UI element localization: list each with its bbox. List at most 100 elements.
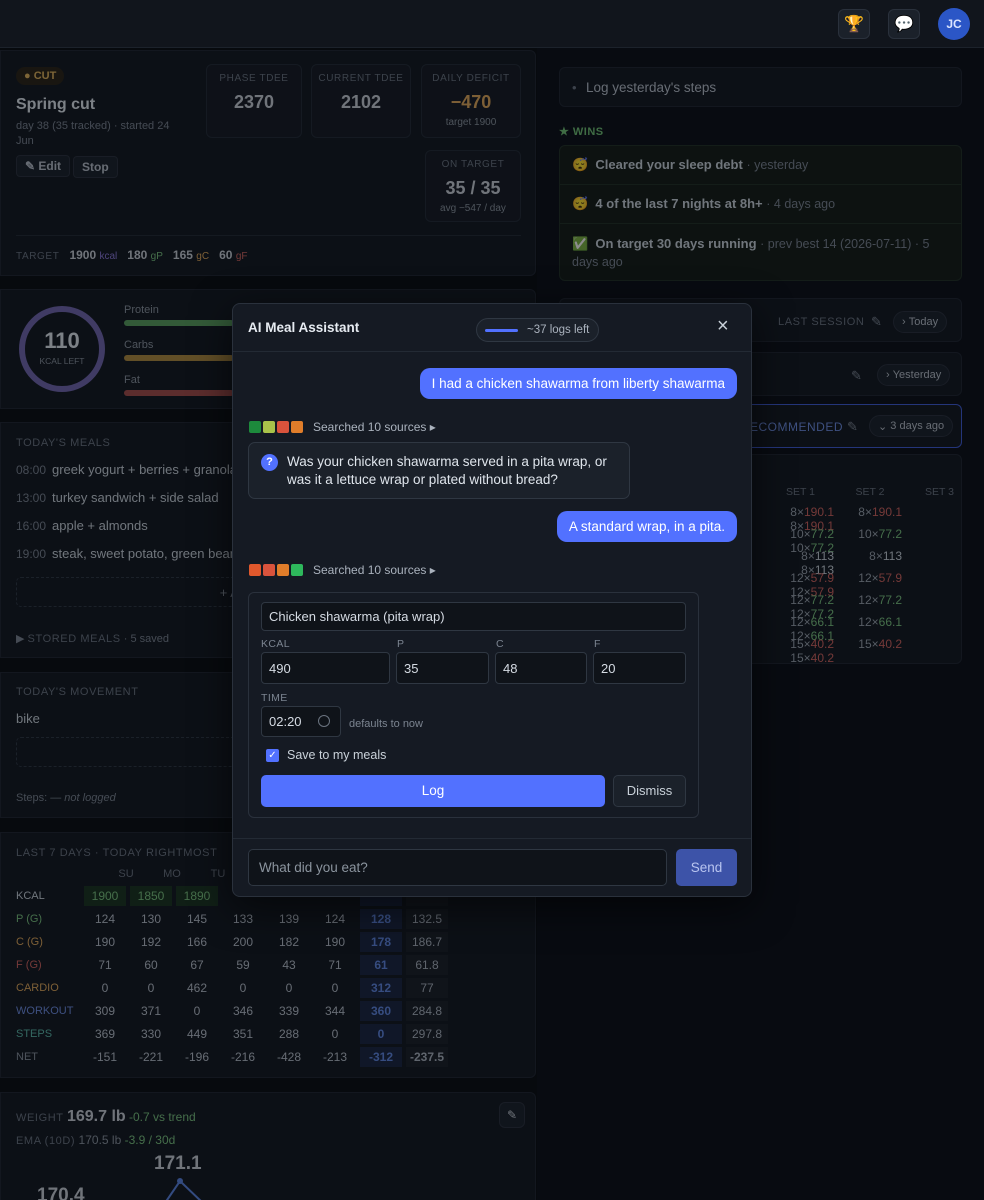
week-cell: 77 [406, 978, 448, 998]
quota-badge: ~37 logs left [476, 318, 599, 342]
set-cell: 12×77.2 [790, 593, 834, 607]
source-favicons [249, 564, 303, 576]
weight-peak-label: 171.1 [154, 1153, 202, 1174]
save-to-meals-checkbox[interactable]: ✓ [266, 749, 279, 762]
week-cell: 186.7 [406, 932, 448, 952]
date-chip[interactable]: › Today [893, 311, 948, 333]
trophy-icon[interactable]: 🏆 [838, 9, 870, 39]
fat-label: F [594, 638, 601, 650]
macro-protein-label: Protein [124, 304, 159, 316]
week-cell: 132.5 [406, 909, 448, 929]
weight-card: WEIGHT 169.7 lb -0.7 vs trend EMA (10D) … [0, 1092, 536, 1200]
week-row: STEPS 369 330 449 351 288 0 0 297.8 [16, 1024, 448, 1044]
week-cell: 288 [278, 1027, 300, 1041]
week-cell: 145 [186, 912, 208, 926]
macro-carbs-bar [124, 355, 234, 361]
stat-current-tdee: CURRENT TDEE 2102 [311, 64, 411, 138]
edit-phase-button[interactable]: ✎ Edit [16, 155, 71, 177]
week-cell: 166 [186, 935, 208, 949]
close-icon[interactable]: × [717, 315, 729, 338]
edit-weight-icon[interactable]: ✎ [499, 1102, 525, 1128]
edit-icon[interactable]: ✎ [871, 314, 882, 330]
week-cell: 190 [94, 935, 116, 949]
week-cell: 0 [101, 981, 109, 995]
week-cell: -237.5 [406, 1047, 448, 1067]
week-cell: 360 [360, 1001, 402, 1021]
stat-on-target: ON TARGET 35 / 35 avg −547 / day [425, 150, 521, 222]
set-cell: 12×57.9 [858, 571, 902, 585]
week-cell: 43 [282, 958, 296, 972]
week-cell: 351 [232, 1027, 254, 1041]
set-cell: 12×66.1 [790, 615, 834, 629]
kcal-input[interactable]: 490 [261, 652, 390, 684]
send-button[interactable]: Send [676, 849, 737, 886]
set-cell: 8×190.1 [858, 505, 902, 519]
meal-name[interactable]: greek yogurt + berries + granola [52, 462, 237, 477]
week-cell: 190 [324, 935, 346, 949]
week-cell: 71 [328, 958, 342, 972]
week-cell: 346 [232, 1004, 254, 1018]
dismiss-button[interactable]: Dismiss [613, 775, 686, 807]
ai-meal-assistant-modal: AI Meal Assistant ~37 logs left × I had … [232, 303, 752, 897]
week-cell: 0 [147, 981, 155, 995]
meal-chat-input[interactable]: What did you eat? [248, 849, 667, 886]
week-cell: 0 [331, 981, 339, 995]
carbs-input[interactable]: 48 [495, 652, 587, 684]
question-icon: ? [261, 454, 278, 471]
date-chip[interactable]: ⌄ 3 days ago [869, 415, 954, 437]
week-cell: 61 [360, 955, 402, 975]
edit-icon[interactable]: ✎ [847, 419, 858, 435]
meal-name[interactable]: turkey sandwich + side salad [52, 490, 219, 505]
week-cell: 61.8 [406, 955, 448, 975]
week-cell: 1890 [176, 886, 218, 906]
week-cell: -221 [138, 1050, 164, 1064]
quota-bar [485, 328, 518, 332]
log-button[interactable]: Log [261, 775, 605, 807]
week-cell: 1900 [84, 886, 126, 906]
time-input[interactable]: 02:20 [261, 706, 341, 737]
edit-icon[interactable]: ✎ [851, 368, 862, 384]
weight-chart [165, 1178, 202, 1200]
save-to-meals-label: Save to my meals [287, 748, 387, 762]
week-row: P (G) 124 130 145 133 139 124 128 132.5 [16, 909, 448, 929]
week-row-label: WORKOUT [16, 1005, 74, 1017]
wins-title: ★ WINS [559, 126, 604, 138]
meal-name-input[interactable]: Chicken shawarma (pita wrap) [261, 602, 686, 631]
weight-left-label: 170.4 [37, 1185, 85, 1200]
meal-name[interactable]: steak, sweet potato, green bean [52, 546, 237, 561]
stop-phase-button[interactable]: Stop [73, 156, 118, 178]
week-cell: -151 [92, 1050, 118, 1064]
sources-toggle[interactable]: Searched 10 sources ▸ [249, 563, 436, 577]
week-cell: 312 [360, 978, 402, 998]
week-cell: 139 [278, 912, 300, 926]
week-row: CARDIO 0 0 462 0 0 0 312 77 [16, 978, 448, 998]
time-label: TIME [261, 692, 288, 704]
avatar[interactable]: JC [938, 8, 970, 40]
week-cell: 462 [186, 981, 208, 995]
todo-item[interactable]: • Log yesterday's steps [559, 67, 962, 107]
week-cell: 330 [140, 1027, 162, 1041]
phase-name: Spring cut [16, 96, 96, 113]
date-chip[interactable]: › Yesterday [877, 364, 951, 386]
protein-input[interactable]: 35 [396, 652, 489, 684]
week-row-label: C (G) [16, 936, 43, 948]
stored-meals-toggle[interactable]: ▶ STORED MEALS · 5 saved [16, 632, 169, 645]
kcal-left-value: 110 [44, 328, 80, 353]
week-title: LAST 7 DAYS · TODAY RIGHTMOST [16, 847, 218, 859]
week-cell: -312 [360, 1047, 402, 1067]
set-cell: 12×66.1 [858, 615, 902, 629]
week-cell: 124 [94, 912, 116, 926]
set-cell: 10×77.2 [790, 527, 834, 541]
week-row: C (G) 190 192 166 200 182 190 178 186.7 [16, 932, 448, 952]
movement-item: bike [16, 711, 40, 726]
meals-title: TODAY'S MEALS [16, 437, 111, 449]
target-row: TARGET 1900 kcal 180 gP 165 gC 60 gF [16, 248, 248, 262]
chat-icon[interactable]: 💬 [888, 9, 920, 39]
sources-toggle[interactable]: Searched 10 sources ▸ [249, 420, 436, 434]
set-cell: 12×57.9 [790, 571, 834, 585]
fat-input[interactable]: 20 [593, 652, 686, 684]
week-cell: -213 [322, 1050, 348, 1064]
modal-title: AI Meal Assistant [248, 320, 360, 335]
week-table: KCAL 1900 1850 1890 P (G) 124 130 145 133 139 124 1… [12, 883, 452, 1070]
meal-name[interactable]: apple + almonds [52, 518, 148, 533]
